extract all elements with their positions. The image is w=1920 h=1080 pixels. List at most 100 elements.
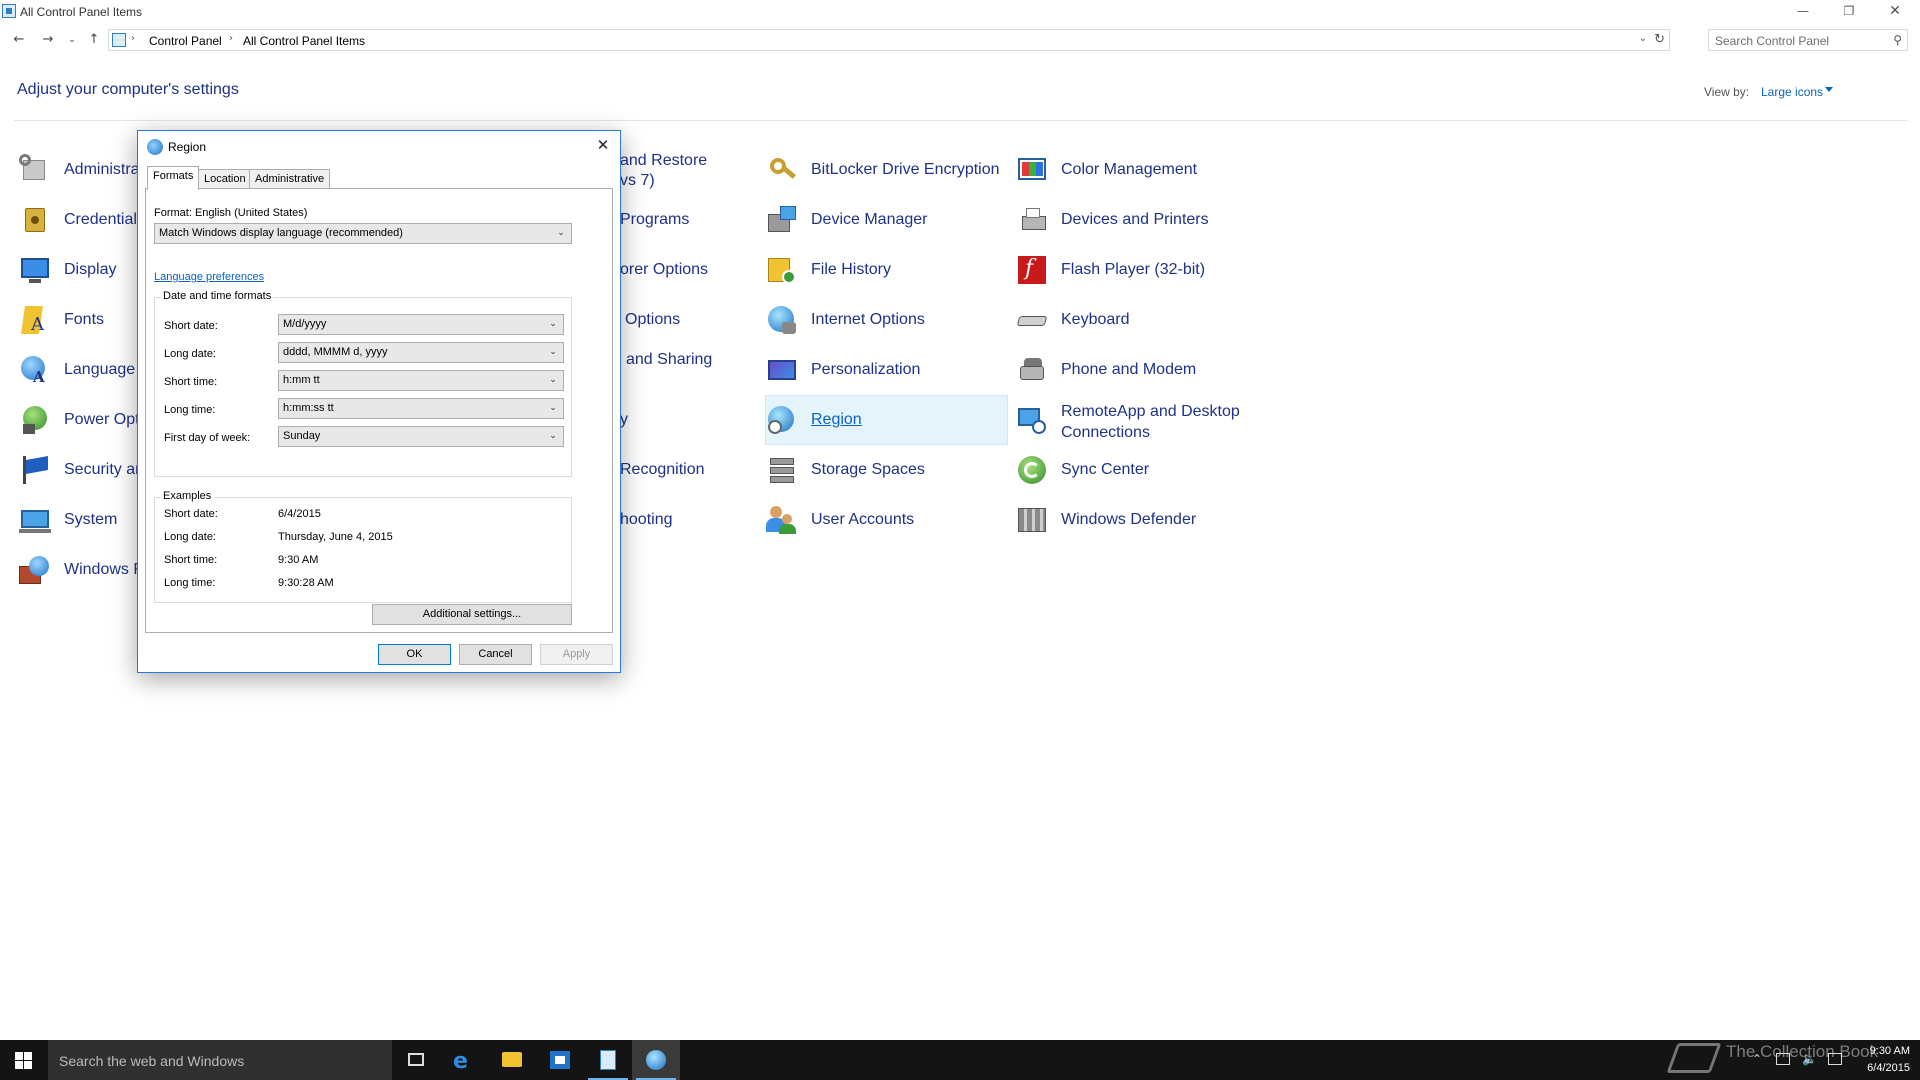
cp-item-file-explorer-options[interactable]: orer Options <box>620 261 708 279</box>
cp-item-indexing-options[interactable]: Options <box>625 311 680 329</box>
cp-item-windows-defender[interactable]: Windows Defender <box>1016 496 1256 544</box>
example-short-date-label: Short date: <box>164 508 218 520</box>
tab-administrative[interactable]: Administrative <box>249 169 331 189</box>
cp-item-flash-player[interactable]: f Flash Player (32-bit) <box>1016 246 1256 294</box>
group-legend: Examples <box>161 490 214 502</box>
cp-item-user-accounts[interactable]: User Accounts <box>766 496 1006 544</box>
minimize-button[interactable]: — <box>1780 0 1826 22</box>
breadcrumb-all-items[interactable]: All Control Panel Items <box>243 34 365 48</box>
taskbar-store[interactable] <box>536 1040 584 1080</box>
refresh-icon[interactable]: ↻ <box>1654 32 1665 47</box>
taskbar-search-box[interactable]: Search the web and Windows <box>48 1040 392 1080</box>
cp-item-internet-options[interactable]: Internet Options <box>766 296 1006 344</box>
power-options-icon <box>19 404 51 436</box>
close-window-button[interactable]: ✕ <box>1872 0 1918 22</box>
cp-item-speech-recognition[interactable]: Recognition <box>620 461 705 479</box>
additional-settings-button[interactable]: Additional settings... <box>372 604 572 625</box>
breadcrumb-control-panel[interactable]: Control Panel <box>149 34 222 48</box>
cp-item-recovery[interactable]: y <box>620 411 628 429</box>
view-by-arrow-icon[interactable] <box>1825 87 1833 92</box>
ok-button[interactable]: OK <box>378 644 451 665</box>
apply-button[interactable]: Apply <box>540 644 613 665</box>
cp-item-bitlocker[interactable]: BitLocker Drive Encryption <box>766 146 1006 194</box>
cancel-button[interactable]: Cancel <box>459 644 532 665</box>
cp-item-devices-printers[interactable]: Devices and Printers <box>1016 196 1256 244</box>
cp-item-windows-firewall[interactable]: Windows F <box>19 546 143 594</box>
back-button[interactable]: ← <box>9 30 29 50</box>
language-preferences-link[interactable]: Language preferences <box>154 271 264 283</box>
address-bar[interactable]: › Control Panel › All Control Panel Item… <box>108 29 1670 51</box>
user-accounts-icon <box>766 504 798 536</box>
cp-item-troubleshooting[interactable]: hooting <box>620 511 673 529</box>
language-icon: A <box>19 354 51 386</box>
cp-item-label: RemoteApp and Desktop Connections <box>1061 403 1240 441</box>
first-day-of-week-label: First day of week: <box>164 432 251 444</box>
search-input[interactable] <box>1715 33 1885 48</box>
breadcrumb-separator: › <box>131 33 135 44</box>
cp-item-security-maintenance[interactable]: Security an <box>19 446 144 494</box>
format-dropdown[interactable]: Match Windows display language (recommen… <box>154 223 572 244</box>
start-button[interactable] <box>0 1040 48 1080</box>
cp-item-administrative-tools[interactable]: Administra <box>19 146 140 194</box>
task-view-button[interactable] <box>392 1040 440 1080</box>
system-icon <box>19 504 51 536</box>
title-bar: All Control Panel Items — ❐ ✕ <box>0 0 1920 22</box>
cp-item-power-options[interactable]: Power Opti <box>19 396 143 444</box>
cp-item-remoteapp[interactable]: RemoteApp and Desktop Connections <box>1016 396 1256 444</box>
cp-item-phone-modem[interactable]: Phone and Modem <box>1016 346 1256 394</box>
taskbar-region[interactable] <box>632 1040 680 1080</box>
cp-item-default-programs[interactable]: Programs <box>620 211 689 229</box>
cp-item-label: Sync Center <box>1061 461 1150 478</box>
cp-item-region[interactable]: Region <box>765 395 1008 445</box>
cp-item-backup-restore[interactable]: and Restore <box>620 152 707 170</box>
region-globe-icon <box>147 139 163 155</box>
tab-formats[interactable]: Formats <box>147 166 200 190</box>
dialog-close-button[interactable]: ✕ <box>592 135 614 157</box>
display-icon <box>19 254 51 286</box>
view-by-dropdown[interactable]: Large icons <box>1761 85 1823 99</box>
clock-date[interactable]: 6/4/2015 <box>1858 1062 1910 1074</box>
security-flag-icon <box>19 454 51 486</box>
maximize-button[interactable]: ❐ <box>1826 0 1872 22</box>
header-divider <box>14 120 1908 121</box>
keyboard-icon <box>1016 304 1048 336</box>
cp-item-backup-restore-line2[interactable]: vs 7) <box>620 172 655 190</box>
admin-tools-icon <box>19 154 51 186</box>
cp-item-language[interactable]: A Language <box>19 346 139 394</box>
taskbar-file-explorer[interactable] <box>488 1040 536 1080</box>
date-time-formats-group: Date and time formats Short date: M/d/yy… <box>154 290 572 477</box>
cp-item-label: User Accounts <box>811 511 915 528</box>
cp-item-display[interactable]: Display <box>19 246 139 294</box>
cp-item-system[interactable]: System <box>19 496 139 544</box>
tab-location[interactable]: Location <box>198 169 252 189</box>
search-icon[interactable]: ⚲ <box>1893 33 1902 47</box>
up-button[interactable]: ↑ <box>84 30 104 50</box>
long-time-dropdown[interactable]: h:mm:ss tt ⌄ <box>278 398 564 419</box>
search-box[interactable]: ⚲ <box>1708 29 1908 51</box>
chevron-down-icon: ⌄ <box>549 403 557 413</box>
cp-item-keyboard[interactable]: Keyboard <box>1016 296 1256 344</box>
taskbar-control-panel[interactable] <box>584 1040 632 1080</box>
taskbar-edge[interactable]: e <box>440 1040 488 1080</box>
short-date-label: Short date: <box>164 320 218 332</box>
short-date-value: M/d/yyyy <box>283 318 327 330</box>
address-dropdown-icon[interactable]: ⌄ <box>1639 33 1647 44</box>
cp-item-file-history[interactable]: File History <box>766 246 1006 294</box>
cp-item-network-sharing[interactable]: and Sharing <box>626 351 712 369</box>
cp-item-storage-spaces[interactable]: Storage Spaces <box>766 446 1006 494</box>
cp-item-sync-center[interactable]: Sync Center <box>1016 446 1256 494</box>
cp-item-color-management[interactable]: Color Management <box>1016 146 1256 194</box>
forward-button[interactable]: → <box>38 30 58 50</box>
address-row: ← → ⌄ ↑ › Control Panel › All Control Pa… <box>0 28 1920 52</box>
long-date-dropdown[interactable]: dddd, MMMM d, yyyy ⌄ <box>278 342 564 363</box>
short-date-dropdown[interactable]: M/d/yyyy ⌄ <box>278 314 564 335</box>
cp-item-personalization[interactable]: Personalization <box>766 346 1006 394</box>
first-day-of-week-dropdown[interactable]: Sunday ⌄ <box>278 426 564 447</box>
cp-item-device-manager[interactable]: Device Manager <box>766 196 1006 244</box>
short-time-dropdown[interactable]: h:mm tt ⌄ <box>278 370 564 391</box>
cp-item-label: Windows Defender <box>1061 511 1197 528</box>
cp-item-credential-manager[interactable]: Credential <box>19 196 139 244</box>
cp-item-fonts[interactable]: A Fonts <box>19 296 139 344</box>
region-globe-icon <box>766 404 798 436</box>
recent-locations-button[interactable]: ⌄ <box>62 30 82 50</box>
